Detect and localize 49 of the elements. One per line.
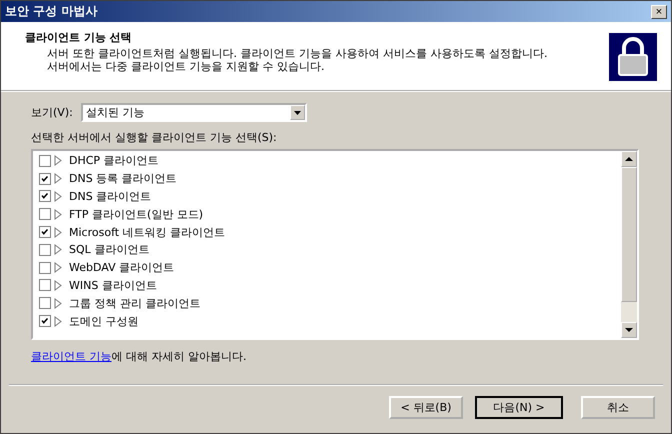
list-item[interactable]: FTP 클라이언트(일반 모드)	[69, 206, 204, 222]
expand-icon[interactable]	[54, 155, 62, 166]
list-item[interactable]: DNS 등록 클라이언트	[69, 171, 177, 186]
checkbox[interactable]	[39, 262, 51, 274]
scroll-thumb[interactable]	[621, 167, 637, 302]
expand-icon[interactable]	[54, 226, 62, 238]
list-item[interactable]: DHCP 클라이언트	[69, 153, 159, 168]
checkbox[interactable]	[39, 279, 51, 292]
padlock-icon	[609, 33, 657, 81]
list-item[interactable]: 도메인 구성원	[69, 314, 138, 329]
view-dropdown[interactable]: 설치된 기능	[80, 103, 307, 122]
scroll-down-button[interactable]	[621, 322, 637, 338]
checkbox[interactable]	[39, 297, 51, 310]
close-button[interactable]: ×	[651, 4, 667, 18]
checkbox[interactable]	[39, 154, 51, 167]
expand-icon[interactable]	[54, 208, 62, 220]
checkbox[interactable]	[39, 226, 51, 238]
list-item[interactable]: WebDAV 클라이언트	[69, 260, 174, 276]
caret-icon	[290, 105, 305, 120]
wizard-button[interactable]: 취소	[581, 396, 655, 419]
list-item[interactable]: DNS 클라이언트	[69, 188, 152, 204]
description-text: 서버에서는 다중 클라이언트 기능을 지원할 수 있습니다.	[46, 60, 326, 73]
wizard-button[interactable]: 다음(N) >	[475, 396, 563, 419]
list-item[interactable]: Microsoft 네트워킹 클라이언트	[69, 224, 226, 240]
list-item[interactable]: 그룹 정책 관리 클라이언트	[69, 296, 200, 311]
scrollbar[interactable]	[621, 151, 637, 338]
checkbox[interactable]	[39, 208, 51, 220]
expand-icon[interactable]	[54, 244, 62, 256]
expand-icon[interactable]	[54, 280, 62, 291]
checkbox[interactable]	[39, 244, 51, 256]
checkbox[interactable]	[39, 315, 51, 328]
checkbox[interactable]	[39, 172, 51, 185]
expand-icon[interactable]	[54, 262, 62, 274]
help-link[interactable]: 클라이언트 기능	[31, 350, 112, 363]
expand-icon[interactable]	[54, 190, 62, 202]
view-label: 보기(V):	[31, 105, 73, 120]
window-title: 보안 구성 마법사	[5, 3, 98, 20]
wizard-button[interactable]: < 뒤로(B)	[389, 396, 463, 419]
page-title: 클라이언트 기능 선택	[25, 30, 133, 45]
expand-icon[interactable]	[54, 316, 62, 327]
help-text: 클라이언트 기능에 대해 자세히 알아봅니다.	[31, 349, 248, 364]
checkbox[interactable]	[39, 190, 51, 202]
list-item[interactable]: WINS 클라이언트	[69, 278, 157, 293]
list-label: 선택한 서버에서 실행할 클라이언트 기능 선택(S):	[31, 130, 278, 145]
expand-icon[interactable]	[54, 298, 62, 309]
expand-icon[interactable]	[54, 173, 62, 184]
description-text: 서버 또한 클라이언트처럼 실행됩니다. 클라이언트 기능을 사용하여 서비스를 사용하도록 설정합니다.	[46, 47, 548, 60]
list-item[interactable]: SQL 클라이언트	[69, 242, 150, 258]
scroll-up-button[interactable]	[621, 151, 637, 167]
